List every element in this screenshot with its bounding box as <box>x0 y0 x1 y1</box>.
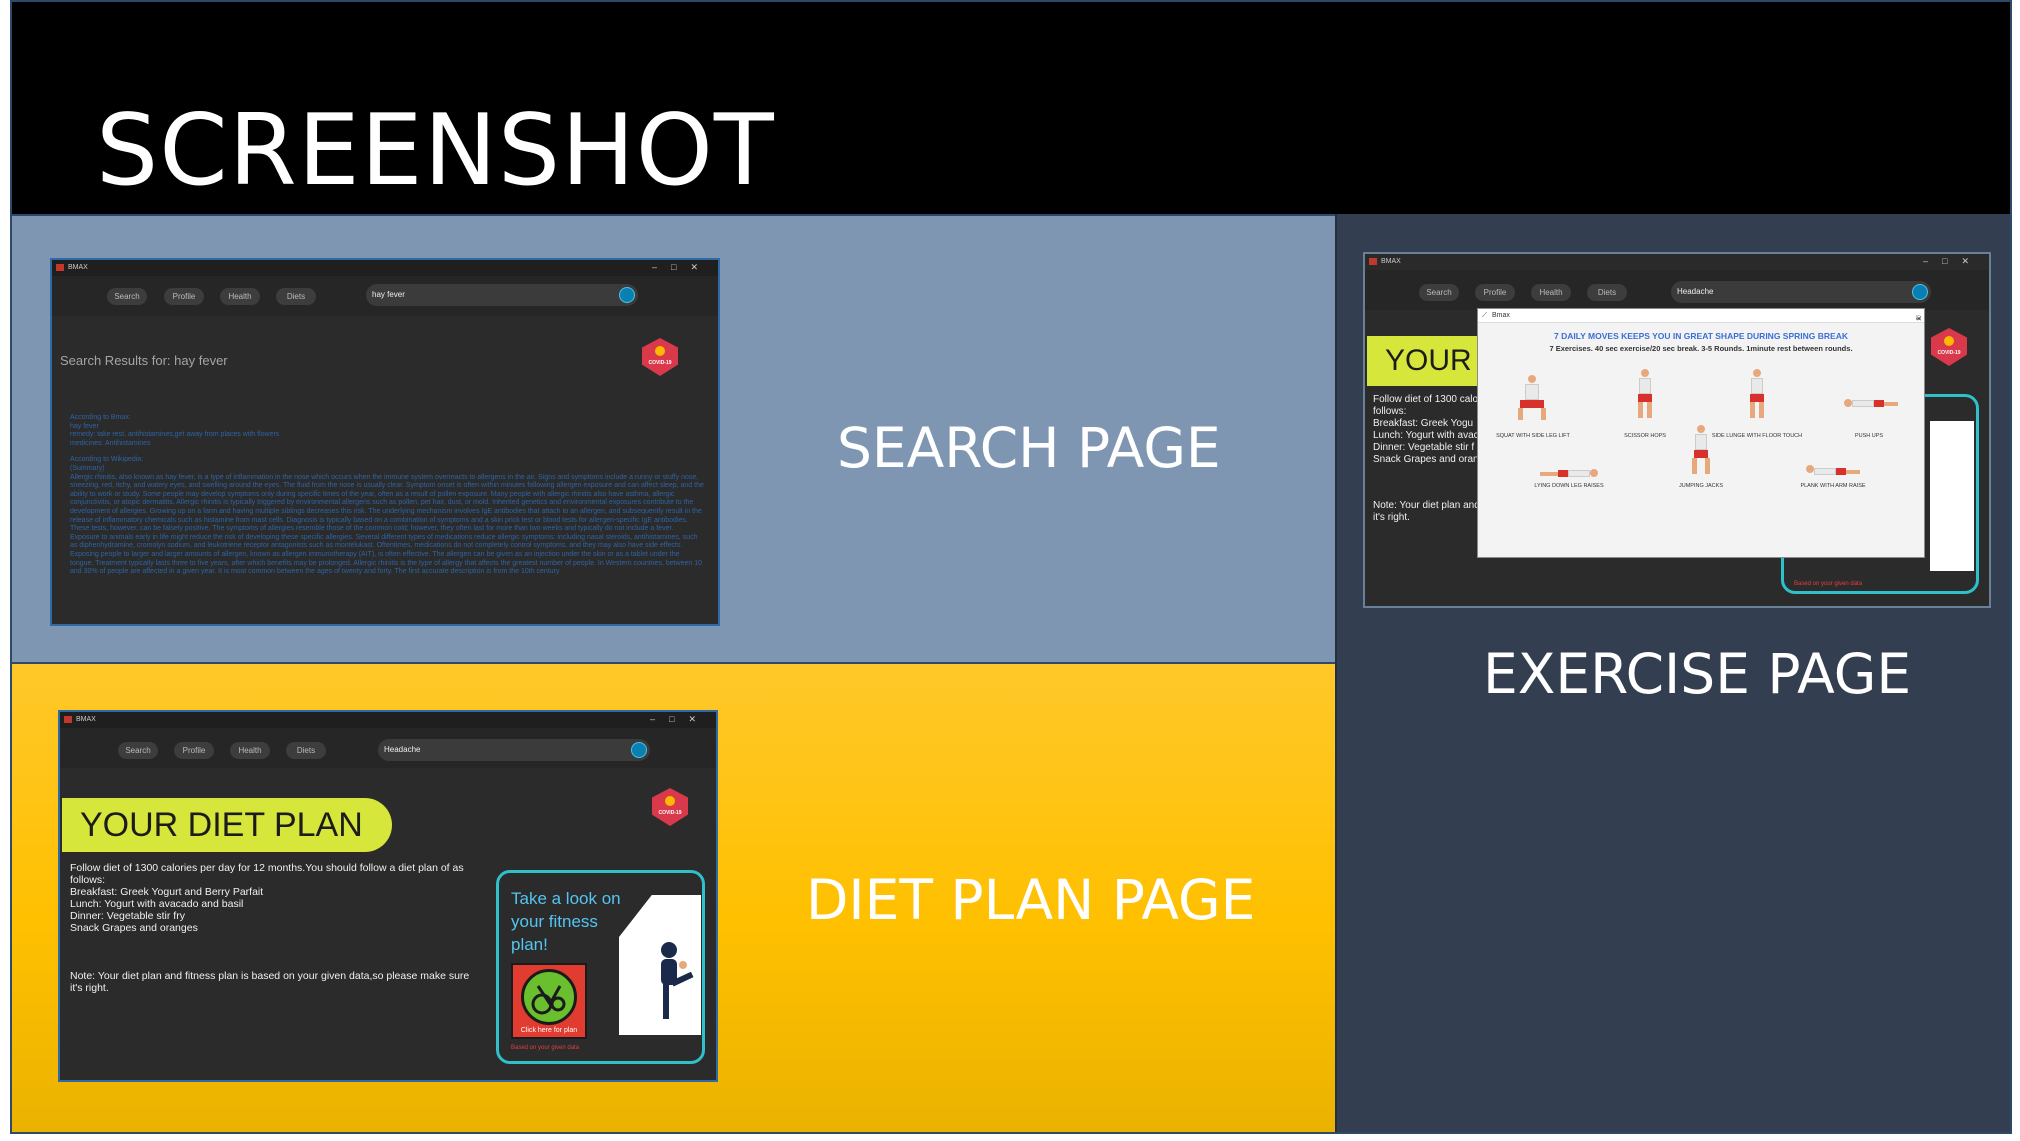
exercise-item: PUSH UPS <box>1814 369 1924 439</box>
covid-badge[interactable]: COVID-19 <box>1931 328 1967 366</box>
popup-window-title: Bmax <box>1492 312 1510 319</box>
fitness-card-footer: Based on your given data <box>511 1045 580 1051</box>
search-go-button[interactable] <box>1912 284 1928 300</box>
nav-health-button[interactable]: Health <box>1531 284 1571 301</box>
nav-profile-button[interactable]: Profile <box>174 742 214 759</box>
fitness-illustration <box>1930 421 1974 571</box>
exercise-plan-subtitle: 7 Exercises. 40 sec exercise/20 sec brea… <box>1549 344 1853 353</box>
nav-health-button[interactable]: Health <box>230 742 270 759</box>
title-bar: BMAX –□✕ <box>52 260 718 276</box>
search-input[interactable]: Headache <box>1671 281 1931 303</box>
diet-plan-page-caption: DIET PLAN PAGE <box>806 868 1256 932</box>
exercise-item: LYING DOWN LEG RAISES <box>1514 439 1624 509</box>
kicking-figure-icon <box>661 942 694 1019</box>
app-icon <box>56 264 64 271</box>
search-go-button[interactable] <box>619 287 635 303</box>
search-app-window: BMAX –□✕ Search Profile Health Diets hay… <box>50 258 720 626</box>
diet-app-window: BMAX –□✕ Search Profile Health Diets Hea… <box>58 710 718 1082</box>
navbar: Search Profile Health Diets hay fever <box>52 276 718 316</box>
exercise-bike-icon <box>521 969 577 1025</box>
wiki-text: Allergic rhinitis, also known as hay fev… <box>70 473 704 576</box>
fitness-card-title: Take a look on your fitness plan! <box>511 889 621 954</box>
nav-profile-button[interactable]: Profile <box>164 288 204 305</box>
window-controls[interactable]: –□✕ <box>650 714 710 725</box>
sun-icon <box>1944 336 1954 346</box>
diet-plan-text: Follow diet of 1300 calories per day for… <box>70 862 464 934</box>
app-icon <box>1369 258 1377 265</box>
search-panel: SEARCH PAGE BMAX –□✕ Search Profile Heal… <box>12 214 1335 664</box>
navbar: Search Profile Health Diets Headache <box>1365 270 1989 310</box>
diet-panel: DIET PLAN PAGE BMAX –□✕ Search Profile H… <box>12 664 1335 1132</box>
covid-badge[interactable]: COVID-19 <box>642 338 678 376</box>
diet-plan-title: YOUR DIET PLAN <box>62 798 392 852</box>
exercise-panel: EXERCISE PAGE BMAX –□✕ Search Profile He… <box>1335 214 2010 1132</box>
window-controls[interactable]: –□✕ <box>652 262 712 273</box>
search-go-button[interactable] <box>631 742 647 758</box>
search-input[interactable]: Headache <box>378 739 650 761</box>
window-controls[interactable]: –□✕ <box>1923 256 1983 267</box>
sun-icon <box>655 346 665 356</box>
navbar: Search Profile Health Diets Headache <box>60 728 716 768</box>
sun-icon <box>665 796 675 806</box>
nav-profile-button[interactable]: Profile <box>1475 284 1515 301</box>
popup-title-bar: ⟋ Bmax –□✕ <box>1478 309 1924 323</box>
nav-diets-button[interactable]: Diets <box>286 742 326 759</box>
search-input[interactable]: hay fever <box>366 284 638 306</box>
search-page-caption: SEARCH PAGE <box>837 416 1221 480</box>
diet-note-partial: Note: Your diet plan and it's right. <box>1373 500 1480 523</box>
exercise-item: SQUAT WITH SIDE LEG LIFT <box>1478 369 1588 439</box>
nav-health-button[interactable]: Health <box>220 288 260 305</box>
nav-diets-button[interactable]: Diets <box>276 288 316 305</box>
app-icon <box>64 716 72 723</box>
window-title: BMAX <box>1381 258 1401 265</box>
window-title: BMAX <box>68 264 88 271</box>
diet-plan-text-partial: Follow diet of 1300 calo follows: Breakf… <box>1373 394 1479 465</box>
slide: SCREENSHOT SEARCH PAGE BMAX –□✕ Search P… <box>10 0 2012 1134</box>
results-body: According to Bmax: hay fever remedy: tak… <box>70 414 704 576</box>
diet-plan-title-partial: YOUR <box>1367 336 1487 386</box>
exercise-popup-window: ⟋ Bmax –□✕ 7 DAILY MOVES KEEPS YOU IN GR… <box>1477 308 1925 558</box>
results-heading: Search Results for: hay fever <box>60 353 228 368</box>
title-bar: BMAX –□✕ <box>1365 254 1989 270</box>
title-bar: BMAX –□✕ <box>60 712 716 728</box>
slide-title: SCREENSHOT <box>96 94 775 208</box>
diet-note: Note: Your diet plan and fitness plan is… <box>70 970 470 994</box>
nav-search-button[interactable]: Search <box>1419 284 1459 301</box>
fitness-illustration <box>619 895 701 1035</box>
exercise-item: PLANK WITH ARM RAISE <box>1778 439 1888 509</box>
nav-search-button[interactable]: Search <box>107 288 147 305</box>
nav-search-button[interactable]: Search <box>118 742 158 759</box>
window-title: BMAX <box>76 716 96 723</box>
exercise-app-window: BMAX –□✕ Search Profile Health Diets Hea… <box>1363 252 1991 608</box>
exercise-item: JUMPING JACKS <box>1646 425 1756 509</box>
slide-header: SCREENSHOT <box>12 2 2010 214</box>
fitness-card-footer: Based on your given data <box>1794 581 1863 587</box>
fitness-card: Take a look on your fitness plan! Click … <box>496 870 705 1064</box>
exercise-plan-title: 7 DAILY MOVES KEEPS YOU IN GREAT SHAPE D… <box>1554 331 1848 341</box>
feather-icon: ⟋ <box>1482 312 1487 319</box>
click-for-plan-button[interactable]: Click here for plan <box>511 963 587 1039</box>
exercise-page-caption: EXERCISE PAGE <box>1483 642 1912 706</box>
covid-badge[interactable]: COVID-19 <box>652 788 688 826</box>
nav-diets-button[interactable]: Diets <box>1587 284 1627 301</box>
